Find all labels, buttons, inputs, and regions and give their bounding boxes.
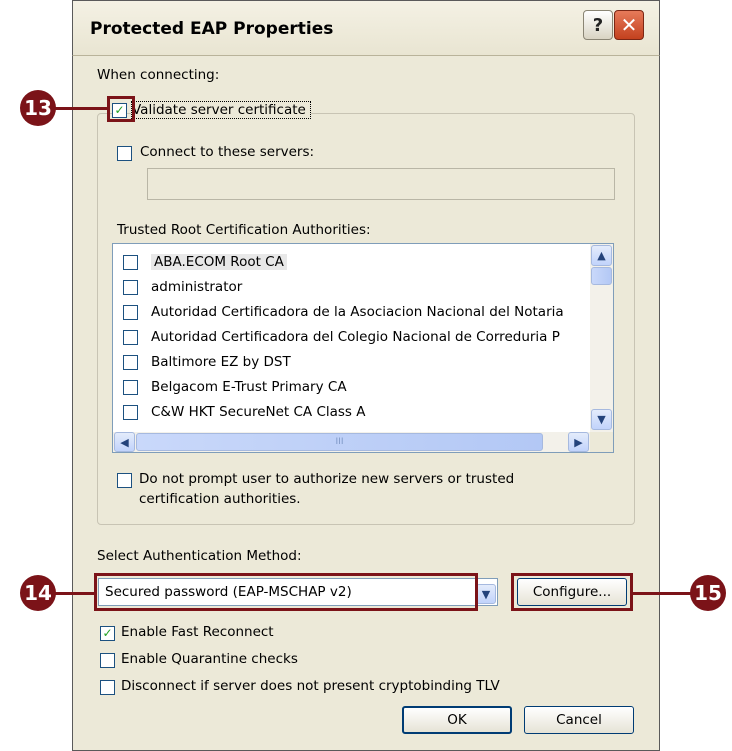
list-item[interactable]: Belgacom E-Trust Primary CA xyxy=(113,375,583,400)
list-item-checkbox[interactable] xyxy=(123,330,138,345)
list-item-label: Belgacom E-Trust Primary CA xyxy=(151,379,347,395)
fast-reconnect-checkbox[interactable]: ✓ xyxy=(100,626,115,641)
callout-13-box xyxy=(107,96,135,122)
scroll-grip-icon: III xyxy=(335,437,344,447)
list-item[interactable]: C&W HKT SecureNet CA Class A xyxy=(113,400,583,425)
help-icon: ? xyxy=(592,14,604,36)
ok-button[interactable]: OK xyxy=(402,706,512,734)
list-item-checkbox[interactable] xyxy=(123,405,138,420)
callout-15-box xyxy=(511,573,633,611)
cancel-button[interactable]: Cancel xyxy=(524,706,634,734)
scroll-up-button[interactable]: ▲ xyxy=(591,245,612,266)
list-item-label: ABA.ECOM Root CA xyxy=(151,254,287,270)
list-item-checkbox[interactable] xyxy=(123,355,138,370)
dropdown-button[interactable]: ▼ xyxy=(476,584,496,604)
quarantine-label[interactable]: Enable Quarantine checks xyxy=(121,651,298,667)
list-item[interactable]: Baltimore EZ by DST xyxy=(113,350,583,375)
callout-15-line xyxy=(632,592,692,595)
list-item[interactable]: Autoridad Certificadora de la Asociacion… xyxy=(113,300,583,325)
vertical-scrollbar[interactable]: ▲ ▼ xyxy=(590,244,613,432)
vertical-scroll-thumb[interactable] xyxy=(591,267,612,285)
window-title: Protected EAP Properties xyxy=(90,19,334,39)
chevron-up-icon: ▲ xyxy=(597,249,606,262)
horizontal-scroll-thumb[interactable]: III xyxy=(136,433,543,451)
callout-13-line xyxy=(52,107,108,110)
auth-method-label: Select Authentication Method: xyxy=(97,548,302,564)
validate-cert-label[interactable]: Validate server certificate xyxy=(131,101,311,119)
cryptobinding-label[interactable]: Disconnect if server does not present cr… xyxy=(121,678,500,694)
list-item-label: Baltimore EZ by DST xyxy=(151,354,291,370)
list-item[interactable]: administrator xyxy=(113,275,583,300)
trusted-root-list[interactable]: ABA.ECOM Root CA administrator Autoridad… xyxy=(112,243,614,453)
list-item-label: C&W HKT SecureNet CA Class A xyxy=(151,404,366,420)
list-item-checkbox[interactable] xyxy=(123,280,138,295)
cryptobinding-checkbox[interactable] xyxy=(100,680,115,695)
callout-14-badge: 14 xyxy=(20,575,56,611)
no-prompt-checkbox[interactable] xyxy=(117,473,132,488)
quarantine-checkbox[interactable] xyxy=(100,653,115,668)
list-item[interactable]: ABA.ECOM Root CA xyxy=(113,250,583,275)
ok-button-label: OK xyxy=(447,712,467,728)
connect-servers-checkbox[interactable] xyxy=(117,146,132,161)
chevron-left-icon: ◀ xyxy=(120,435,129,449)
list-item-checkbox[interactable] xyxy=(123,305,138,320)
callout-14-line xyxy=(52,592,95,595)
scroll-corner xyxy=(590,432,613,452)
list-item[interactable]: Autoridad Certificadora del Colegio Naci… xyxy=(113,325,583,350)
cancel-button-label: Cancel xyxy=(556,712,602,728)
no-prompt-label-line1[interactable]: Do not prompt user to authorize new serv… xyxy=(139,471,514,487)
list-item-label: Autoridad Certificadora del Colegio Naci… xyxy=(151,329,560,345)
trusted-root-label: Trusted Root Certification Authorities: xyxy=(117,222,371,238)
when-connecting-label: When connecting: xyxy=(97,67,220,83)
callout-14-box xyxy=(94,573,478,611)
chevron-right-icon: ▶ xyxy=(574,435,583,449)
chevron-down-icon: ▼ xyxy=(597,413,606,426)
list-item-label: administrator xyxy=(151,279,243,295)
list-item-label: Autoridad Certificadora de la Asociacion… xyxy=(151,304,564,320)
scroll-right-button[interactable]: ▶ xyxy=(568,432,589,452)
list-item-checkbox[interactable] xyxy=(123,380,138,395)
fast-reconnect-label[interactable]: Enable Fast Reconnect xyxy=(121,624,274,640)
chevron-down-icon: ▼ xyxy=(481,587,491,601)
connect-servers-label[interactable]: Connect to these servers: xyxy=(140,144,314,160)
scroll-down-button[interactable]: ▼ xyxy=(591,409,612,430)
close-button[interactable]: ✕ xyxy=(614,10,644,40)
close-icon: ✕ xyxy=(620,13,638,37)
scroll-left-button[interactable]: ◀ xyxy=(114,432,135,452)
horizontal-scrollbar[interactable]: ◀ III ▶ xyxy=(113,432,590,452)
no-prompt-label-line2[interactable]: certification authorities. xyxy=(139,491,301,507)
callout-15-badge: 15 xyxy=(690,575,726,611)
servers-input[interactable] xyxy=(147,168,615,200)
list-item-checkbox[interactable] xyxy=(123,255,138,270)
callout-13-badge: 13 xyxy=(20,90,56,126)
help-button[interactable]: ? xyxy=(583,10,613,40)
